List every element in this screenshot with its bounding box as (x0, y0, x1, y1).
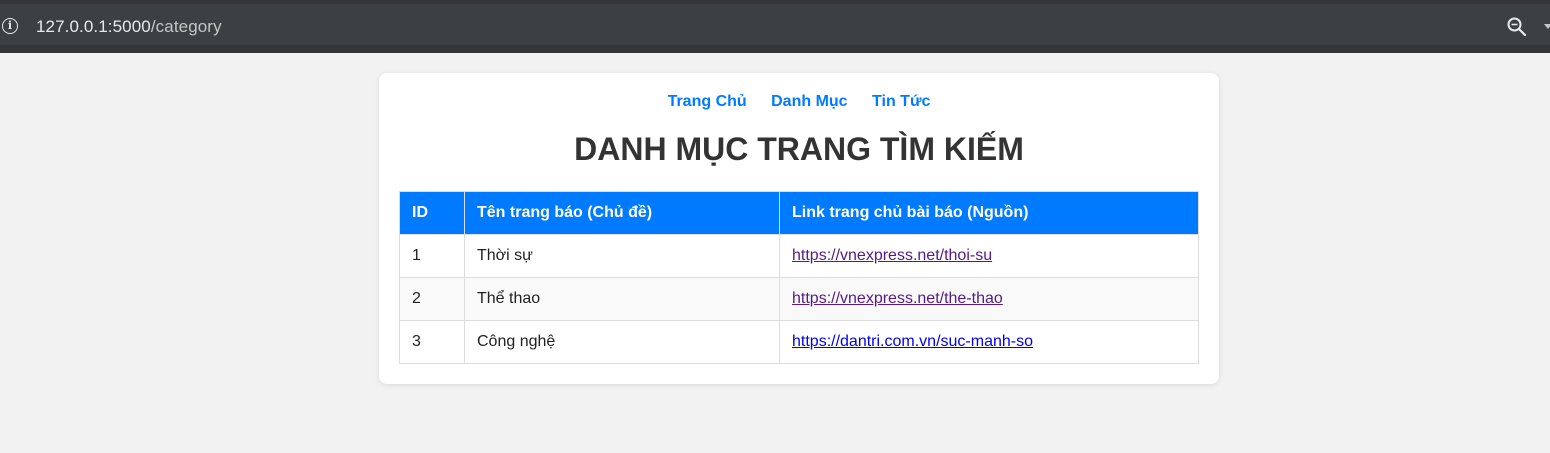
cell-name: Thời sự (464, 234, 780, 278)
table-row: 1 Thời sự https://vnexpress.net/thoi-su (399, 234, 1199, 278)
header-name: Tên trang báo (Chủ đề) (464, 191, 780, 235)
source-link[interactable]: https://vnexpress.net/thoi-su (792, 247, 992, 264)
source-link[interactable]: https://vnexpress.net/the-thao (792, 290, 1003, 307)
url-text[interactable]: 127.0.0.1:5000/category (36, 17, 222, 37)
cell-link: https://dantri.com.vn/suc-manh-so (779, 320, 1199, 364)
cell-link: https://vnexpress.net/thoi-su (779, 234, 1199, 278)
info-icon[interactable]: i (2, 18, 18, 34)
url-path: /category (150, 17, 222, 36)
cell-link: https://vnexpress.net/the-thao (779, 277, 1199, 321)
nav-news[interactable]: Tin Tức (872, 93, 930, 111)
header-id: ID (399, 191, 465, 235)
category-table: ID Tên trang báo (Chủ đề) Link trang chủ… (399, 191, 1199, 364)
main-nav: Trang Chủ Danh Mục Tin Tức (379, 93, 1219, 111)
page-title: DANH MỤC TRANG TÌM KIẾM (574, 131, 1024, 167)
url-host: 127.0.0.1:5000 (36, 17, 151, 36)
main-card: Trang Chủ Danh Mục Tin Tức DANH MỤC TRAN… (379, 73, 1219, 384)
nav-category[interactable]: Danh Mục (771, 93, 847, 111)
table-header-row: ID Tên trang báo (Chủ đề) Link trang chủ… (399, 191, 1199, 235)
source-link[interactable]: https://dantri.com.vn/suc-manh-so (792, 333, 1033, 350)
table-row: 2 Thể thao https://vnexpress.net/the-tha… (399, 277, 1199, 321)
cell-id: 1 (399, 234, 465, 278)
nav-home[interactable]: Trang Chủ (668, 93, 747, 111)
cell-id: 2 (399, 277, 465, 321)
cell-id: 3 (399, 320, 465, 364)
menu-caret-icon[interactable] (1544, 24, 1550, 29)
address-bar[interactable]: i 127.0.0.1:5000/category (0, 4, 1550, 45)
cell-name: Thể thao (464, 277, 780, 321)
cell-name: Công nghệ (464, 320, 780, 364)
zoom-icon[interactable] (1506, 16, 1528, 38)
toolbar-strip (0, 45, 1550, 53)
table-row: 3 Công nghệ https://dantri.com.vn/suc-ma… (399, 320, 1199, 364)
header-link: Link trang chủ bài báo (Nguồn) (779, 191, 1199, 235)
